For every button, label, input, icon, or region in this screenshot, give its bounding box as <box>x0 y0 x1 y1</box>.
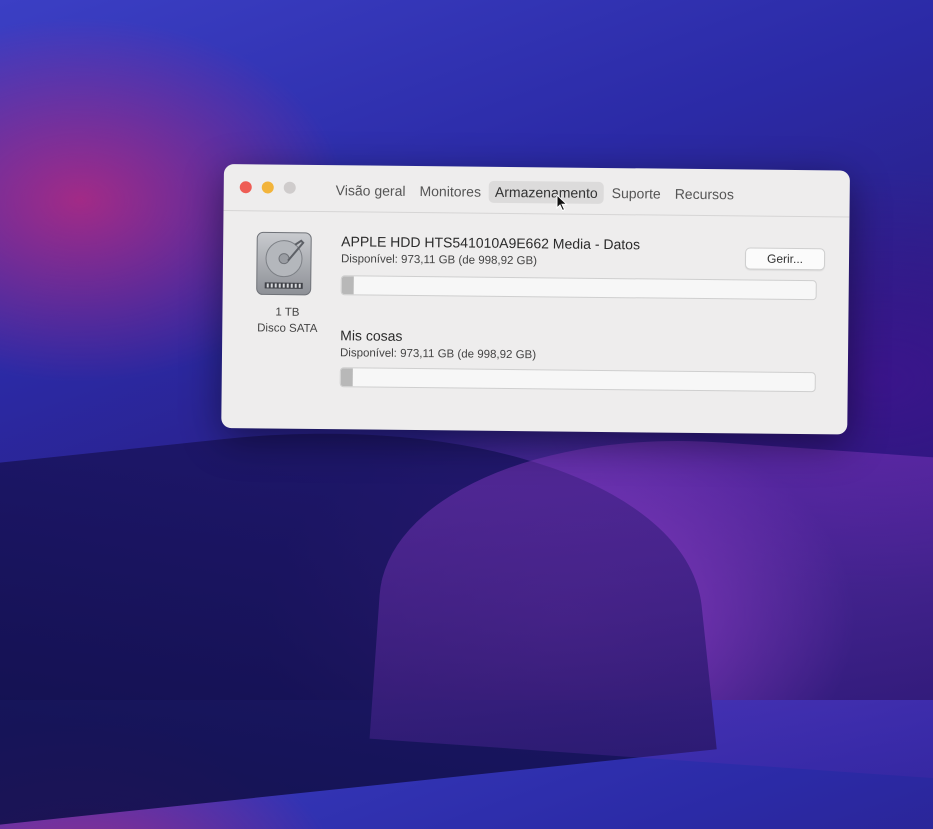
volume-name: APPLE HDD HTS541010A9E662 Media - Datos <box>341 233 641 253</box>
tab-storage[interactable]: Armazenamento <box>488 180 604 204</box>
volume-name: Mis cosas <box>340 327 403 344</box>
storage-bar <box>340 275 817 301</box>
close-button[interactable] <box>239 181 252 194</box>
window-titlebar[interactable]: Visão geral Monitores Armazenamento Supo… <box>223 164 850 218</box>
storage-bar-fill <box>340 368 354 387</box>
tab-bar: Visão geral Monitores Armazenamento Supo… <box>330 179 740 205</box>
tab-support[interactable]: Suporte <box>606 182 667 205</box>
mouse-cursor-icon <box>556 194 568 212</box>
tab-overview[interactable]: Visão geral <box>330 179 412 202</box>
disk-capacity: 1 TB <box>275 306 300 319</box>
tab-displays[interactable]: Monitores <box>413 180 487 203</box>
manage-button[interactable]: Gerir... <box>744 247 826 271</box>
maximize-button[interactable] <box>283 181 296 194</box>
tab-resources[interactable]: Recursos <box>669 183 740 206</box>
volume-available: Disponível: 973,11 GB (de 998,92 GB) <box>340 253 538 268</box>
storage-bar-fill <box>341 276 355 295</box>
storage-bar <box>339 367 816 393</box>
minimize-button[interactable] <box>261 181 274 194</box>
volume-available: Disponível: 973,11 GB (de 998,92 GB) <box>339 347 537 362</box>
about-this-mac-window: Visão geral Monitores Armazenamento Supo… <box>221 164 850 435</box>
disk-type: Disco SATA <box>257 322 318 335</box>
hard-drive-icon <box>256 231 312 296</box>
